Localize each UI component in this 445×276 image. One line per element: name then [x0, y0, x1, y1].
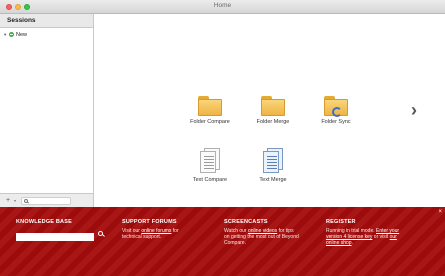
chevron-right-icon[interactable]: › — [411, 100, 417, 121]
search-icon — [24, 198, 28, 203]
close-icon[interactable]: × — [438, 209, 442, 215]
screencasts-section: SCREENCASTS Watch our online videos for … — [224, 219, 300, 246]
knowledge-base-search-input[interactable] — [16, 232, 94, 241]
support-forums-section: SUPPORT FORUMS Visit our online forums f… — [122, 219, 194, 240]
window-title: Home — [213, 2, 232, 9]
register-text: Running in trial mode. Enter your versio… — [326, 228, 400, 246]
launcher-label: Folder Compare — [190, 119, 230, 125]
launcher-label: Text Compare — [192, 177, 228, 183]
launcher-label: Folder Sync — [321, 119, 351, 125]
text-doc-icon — [200, 148, 220, 174]
chevron-down-icon[interactable]: ▾ — [14, 198, 19, 203]
folder-sync-icon — [324, 96, 348, 117]
session-item-label: New — [16, 31, 28, 38]
session-tree: ▾ New — [0, 28, 93, 41]
sidebar-toolbar: + ▾ — [0, 193, 93, 207]
screencasts-text: Watch our online videos for tips on gett… — [224, 228, 299, 246]
text-merge-button[interactable]: Text Merge — [238, 148, 308, 183]
text-doc-icon — [263, 148, 283, 174]
folder-icon — [198, 96, 222, 116]
text-compare-button[interactable]: Text Compare — [175, 148, 245, 183]
footer-banner: × KNOWLEDGE BASE SUPPORT FORUMS Visit ou… — [0, 207, 445, 276]
knowledge-base-section: KNOWLEDGE BASE — [16, 219, 103, 246]
knowledge-base-heading: KNOWLEDGE BASE — [16, 219, 72, 225]
home-launcher: Folder Compare Folder Merge Folder Sync … — [95, 14, 445, 207]
folder-compare-button[interactable]: Folder Compare — [175, 96, 245, 125]
launcher-label: Folder Merge — [256, 119, 290, 125]
screencasts-heading: SCREENCASTS — [224, 219, 268, 225]
session-item-new[interactable]: ▾ New — [4, 30, 89, 39]
session-search-input[interactable] — [21, 196, 71, 205]
register-heading: REGISTER — [326, 219, 356, 225]
register-section: REGISTER Running in trial mode. Enter yo… — [326, 219, 406, 246]
launcher-label: Text Merge — [259, 177, 287, 183]
sessions-sidebar: Sessions ▾ New + ▾ — [0, 14, 94, 207]
new-session-icon — [9, 32, 14, 37]
support-forums-heading: SUPPORT FORUMS — [122, 219, 177, 225]
search-icon[interactable] — [98, 231, 103, 236]
folder-sync-button[interactable]: Folder Sync — [301, 96, 371, 125]
sessions-header: Sessions — [0, 14, 93, 28]
title-bar: Home — [0, 0, 445, 14]
folder-icon — [261, 96, 285, 116]
add-session-button[interactable]: + — [4, 197, 12, 204]
folder-merge-button[interactable]: Folder Merge — [238, 96, 308, 125]
support-forums-text: Visit our online forums for technical su… — [122, 228, 179, 240]
